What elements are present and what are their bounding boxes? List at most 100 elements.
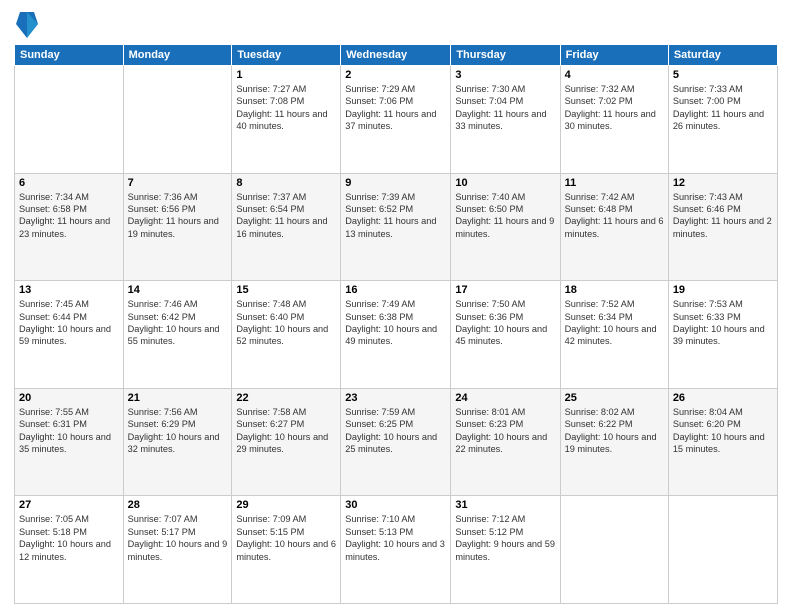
day-info: Sunrise: 8:04 AMSunset: 6:20 PMDaylight:…	[673, 406, 773, 456]
calendar-cell	[668, 496, 777, 604]
day-number: 25	[565, 392, 664, 404]
day-info: Sunrise: 7:09 AMSunset: 5:15 PMDaylight:…	[236, 513, 336, 563]
day-number: 22	[236, 392, 336, 404]
calendar-cell: 29 Sunrise: 7:09 AMSunset: 5:15 PMDayligh…	[232, 496, 341, 604]
day-info: Sunrise: 8:02 AMSunset: 6:22 PMDaylight:…	[565, 406, 664, 456]
day-number: 9	[345, 177, 446, 189]
calendar-cell: 14 Sunrise: 7:46 AMSunset: 6:42 PMDayligh…	[123, 281, 232, 389]
calendar-cell: 3 Sunrise: 7:30 AMSunset: 7:04 PMDaylight…	[451, 66, 560, 174]
day-info: Sunrise: 7:43 AMSunset: 6:46 PMDaylight:…	[673, 191, 773, 241]
day-number: 17	[455, 284, 555, 296]
calendar-cell	[123, 66, 232, 174]
day-number: 12	[673, 177, 773, 189]
day-info: Sunrise: 7:42 AMSunset: 6:48 PMDaylight:…	[565, 191, 664, 241]
day-info: Sunrise: 7:27 AMSunset: 7:08 PMDaylight:…	[236, 83, 336, 133]
calendar-cell	[15, 66, 124, 174]
calendar-cell: 30 Sunrise: 7:10 AMSunset: 5:13 PMDayligh…	[341, 496, 451, 604]
calendar-cell: 13 Sunrise: 7:45 AMSunset: 6:44 PMDayligh…	[15, 281, 124, 389]
day-number: 2	[345, 69, 446, 81]
day-number: 24	[455, 392, 555, 404]
day-info: Sunrise: 7:56 AMSunset: 6:29 PMDaylight:…	[128, 406, 228, 456]
day-info: Sunrise: 7:30 AMSunset: 7:04 PMDaylight:…	[455, 83, 555, 133]
day-info: Sunrise: 7:58 AMSunset: 6:27 PMDaylight:…	[236, 406, 336, 456]
calendar-cell: 8Sunrise: 7:37 AMSunset: 6:54 PMDaylight…	[232, 173, 341, 281]
day-info: Sunrise: 7:45 AMSunset: 6:44 PMDaylight:…	[19, 298, 119, 348]
calendar-cell: 2 Sunrise: 7:29 AMSunset: 7:06 PMDaylight…	[341, 66, 451, 174]
page: SundayMondayTuesdayWednesdayThursdayFrid…	[0, 0, 792, 612]
calendar-cell: 25 Sunrise: 8:02 AMSunset: 6:22 PMDayligh…	[560, 388, 668, 496]
day-number: 1	[236, 69, 336, 81]
day-number: 11	[565, 177, 664, 189]
day-number: 7	[128, 177, 228, 189]
day-number: 3	[455, 69, 555, 81]
day-info: Sunrise: 7:50 AMSunset: 6:36 PMDaylight:…	[455, 298, 555, 348]
day-info: Sunrise: 7:49 AMSunset: 6:38 PMDaylight:…	[345, 298, 446, 348]
header	[14, 10, 778, 38]
day-info: Sunrise: 7:46 AMSunset: 6:42 PMDaylight:…	[128, 298, 228, 348]
day-number: 29	[236, 499, 336, 511]
calendar-cell: 22 Sunrise: 7:58 AMSunset: 6:27 PMDayligh…	[232, 388, 341, 496]
day-number: 4	[565, 69, 664, 81]
day-info: Sunrise: 7:36 AMSunset: 6:56 PMDaylight:…	[128, 191, 228, 241]
weekday-header-monday: Monday	[123, 45, 232, 66]
day-info: Sunrise: 7:55 AMSunset: 6:31 PMDaylight:…	[19, 406, 119, 456]
day-number: 8	[236, 177, 336, 189]
weekday-header-thursday: Thursday	[451, 45, 560, 66]
calendar-cell: 21 Sunrise: 7:56 AMSunset: 6:29 PMDayligh…	[123, 388, 232, 496]
calendar-cell: 27 Sunrise: 7:05 AMSunset: 5:18 PMDayligh…	[15, 496, 124, 604]
calendar-cell: 11 Sunrise: 7:42 AMSunset: 6:48 PMDayligh…	[560, 173, 668, 281]
calendar-table: SundayMondayTuesdayWednesdayThursdayFrid…	[14, 44, 778, 604]
calendar-cell: 10 Sunrise: 7:40 AMSunset: 6:50 PMDayligh…	[451, 173, 560, 281]
day-info: Sunrise: 7:39 AMSunset: 6:52 PMDaylight:…	[345, 191, 446, 241]
day-number: 26	[673, 392, 773, 404]
day-number: 10	[455, 177, 555, 189]
day-info: Sunrise: 7:05 AMSunset: 5:18 PMDaylight:…	[19, 513, 119, 563]
logo	[14, 10, 38, 38]
calendar-cell: 31 Sunrise: 7:12 AMSunset: 5:12 PMDayligh…	[451, 496, 560, 604]
day-info: Sunrise: 7:34 AMSunset: 6:58 PMDaylight:…	[19, 191, 119, 241]
weekday-header-saturday: Saturday	[668, 45, 777, 66]
day-number: 27	[19, 499, 119, 511]
day-info: Sunrise: 7:32 AMSunset: 7:02 PMDaylight:…	[565, 83, 664, 133]
day-info: Sunrise: 7:12 AMSunset: 5:12 PMDaylight:…	[455, 513, 555, 563]
calendar-cell: 19 Sunrise: 7:53 AMSunset: 6:33 PMDayligh…	[668, 281, 777, 389]
calendar-cell: 26 Sunrise: 8:04 AMSunset: 6:20 PMDayligh…	[668, 388, 777, 496]
day-number: 31	[455, 499, 555, 511]
day-number: 23	[345, 392, 446, 404]
day-number: 13	[19, 284, 119, 296]
day-number: 14	[128, 284, 228, 296]
weekday-header-sunday: Sunday	[15, 45, 124, 66]
calendar-cell: 28 Sunrise: 7:07 AMSunset: 5:17 PMDayligh…	[123, 496, 232, 604]
weekday-header-friday: Friday	[560, 45, 668, 66]
day-number: 15	[236, 284, 336, 296]
day-number: 20	[19, 392, 119, 404]
calendar-cell: 16 Sunrise: 7:49 AMSunset: 6:38 PMDayligh…	[341, 281, 451, 389]
day-info: Sunrise: 7:40 AMSunset: 6:50 PMDaylight:…	[455, 191, 555, 241]
calendar-cell: 23Sunrise: 7:59 AMSunset: 6:25 PMDayligh…	[341, 388, 451, 496]
calendar-cell: 4 Sunrise: 7:32 AMSunset: 7:02 PMDaylight…	[560, 66, 668, 174]
weekday-header-tuesday: Tuesday	[232, 45, 341, 66]
day-number: 16	[345, 284, 446, 296]
day-info: Sunrise: 7:29 AMSunset: 7:06 PMDaylight:…	[345, 83, 446, 133]
day-number: 18	[565, 284, 664, 296]
day-number: 21	[128, 392, 228, 404]
day-number: 30	[345, 499, 446, 511]
day-number: 6	[19, 177, 119, 189]
day-info: Sunrise: 7:48 AMSunset: 6:40 PMDaylight:…	[236, 298, 336, 348]
day-info: Sunrise: 7:07 AMSunset: 5:17 PMDaylight:…	[128, 513, 228, 563]
day-number: 19	[673, 284, 773, 296]
logo-icon	[16, 10, 38, 38]
calendar-cell: 20 Sunrise: 7:55 AMSunset: 6:31 PMDayligh…	[15, 388, 124, 496]
calendar-cell: 5Sunrise: 7:33 AMSunset: 7:00 PMDaylight…	[668, 66, 777, 174]
day-info: Sunrise: 8:01 AMSunset: 6:23 PMDaylight:…	[455, 406, 555, 456]
calendar-cell: 15 Sunrise: 7:48 AMSunset: 6:40 PMDayligh…	[232, 281, 341, 389]
day-number: 28	[128, 499, 228, 511]
calendar-cell: 6 Sunrise: 7:34 AMSunset: 6:58 PMDaylight…	[15, 173, 124, 281]
day-info: Sunrise: 7:10 AMSunset: 5:13 PMDaylight:…	[345, 513, 446, 563]
day-info: Sunrise: 7:52 AMSunset: 6:34 PMDaylight:…	[565, 298, 664, 348]
calendar-cell: 1 Sunrise: 7:27 AMSunset: 7:08 PMDaylight…	[232, 66, 341, 174]
calendar-cell: 17 Sunrise: 7:50 AMSunset: 6:36 PMDayligh…	[451, 281, 560, 389]
calendar-cell: 7 Sunrise: 7:36 AMSunset: 6:56 PMDaylight…	[123, 173, 232, 281]
calendar-cell: 9 Sunrise: 7:39 AMSunset: 6:52 PMDaylight…	[341, 173, 451, 281]
day-info: Sunrise: 7:53 AMSunset: 6:33 PMDaylight:…	[673, 298, 773, 348]
